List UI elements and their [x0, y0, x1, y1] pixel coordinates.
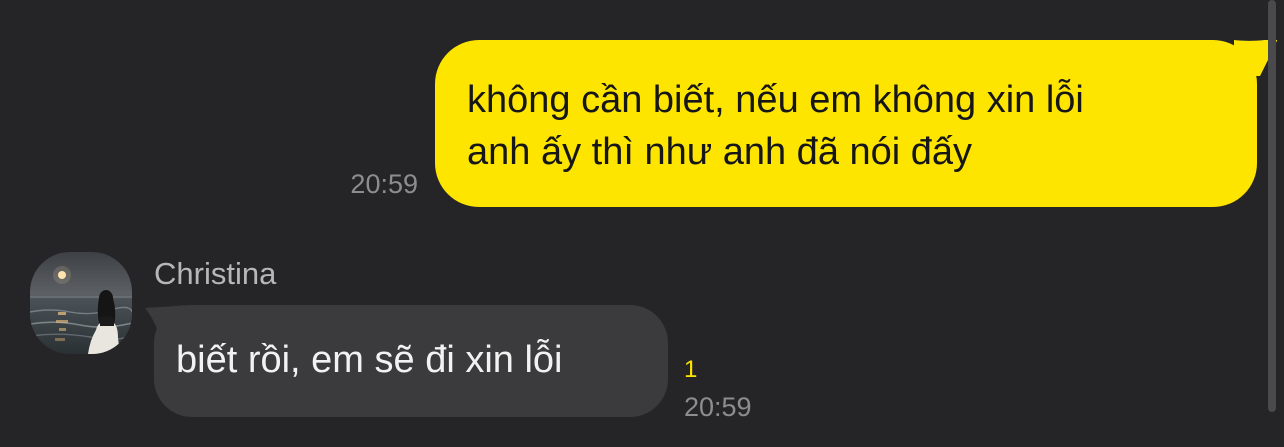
chat-message-area: 20:59 không cần biết, nếu em không xin l… [0, 0, 1284, 447]
incoming-message-text: biết rồi, em sẽ đi xin lỗi [176, 339, 563, 381]
scrollbar[interactable] [1268, 0, 1276, 412]
avatar-photo-beach-night [30, 252, 132, 354]
sender-name[interactable]: Christina [154, 256, 276, 292]
sender-avatar[interactable] [30, 252, 132, 354]
incoming-message-time: 20:59 [684, 392, 752, 422]
outgoing-message-text: không cần biết, nếu em không xin lỗi anh… [467, 79, 1084, 173]
outgoing-message-time: 20:59 [350, 169, 418, 199]
incoming-message-bubble[interactable]: biết rồi, em sẽ đi xin lỗi [154, 305, 668, 417]
outgoing-message-bubble[interactable]: không cần biết, nếu em không xin lỗi anh… [435, 40, 1257, 207]
unread-count-badge: 1 [684, 356, 698, 383]
